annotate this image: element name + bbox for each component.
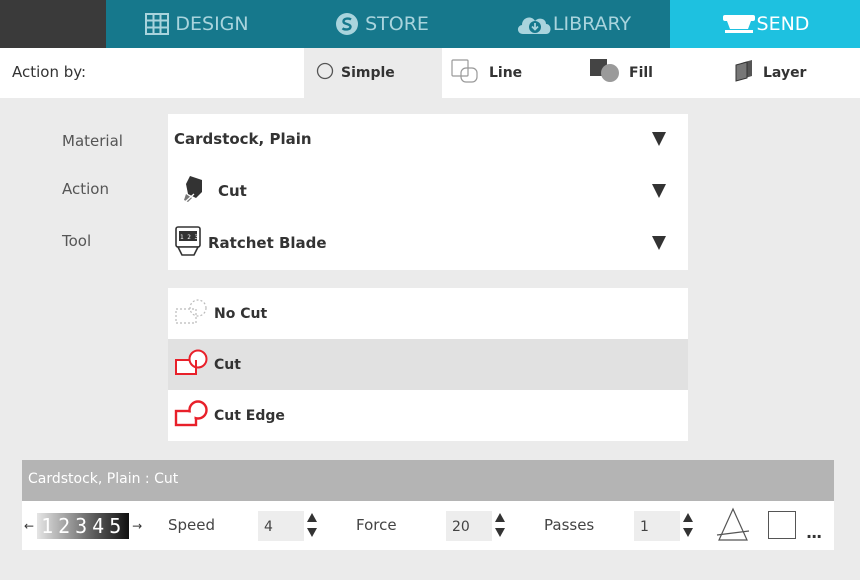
action-dropdown[interactable]: Cut (168, 166, 688, 216)
material-value: Cardstock, Plain (174, 130, 312, 148)
store-s-icon (335, 12, 359, 36)
cut-label: Cut (214, 356, 241, 373)
more-options-icon[interactable]: ... (806, 523, 822, 542)
ratchet-blade-icon: 1 2 3 (174, 225, 202, 261)
grid-icon (145, 13, 170, 35)
material-label: Material (62, 132, 123, 150)
force-label: Force (356, 516, 397, 534)
action-fill-option[interactable]: Fill (588, 48, 708, 98)
tool-dropdown-arrow-icon (652, 236, 666, 250)
cut-icon (174, 348, 210, 382)
blade-depth-selector[interactable]: ← 12345 → (24, 513, 154, 539)
square-tool-icon[interactable] (768, 511, 796, 539)
passes-spinner[interactable] (682, 511, 694, 541)
speed-label: Speed (168, 516, 216, 534)
top-tab-bar: DESIGN STORE LIBRARY SEND (0, 0, 860, 48)
summary-title: Cardstock, Plain : Cut (28, 471, 179, 487)
tab-design-label: DESIGN (175, 13, 249, 35)
action-line-label: Line (489, 65, 523, 81)
action-fill-label: Fill (629, 65, 653, 81)
spinner-up-icon[interactable] (307, 513, 317, 522)
line-squares-icon (450, 58, 482, 88)
cut-edge-icon (174, 399, 210, 433)
action-line-option[interactable]: Line (450, 48, 570, 98)
no-cut-icon (174, 297, 210, 331)
spinner-down-icon[interactable] (307, 528, 317, 537)
arrow-right-icon: → (132, 519, 143, 533)
cut-edge-label: Cut Edge (214, 407, 285, 424)
top-bar-left-spacer (0, 0, 106, 48)
action-by-bar: Action by: Simple Line Fill Layer (0, 48, 860, 98)
fill-shapes-icon (588, 58, 622, 88)
cut-option-no-cut[interactable]: No Cut (168, 288, 688, 339)
spinner-up-icon[interactable] (495, 513, 505, 522)
action-simple-option[interactable]: Simple (304, 48, 442, 98)
passes-label: Passes (544, 516, 595, 534)
cutter-machine-icon (721, 13, 757, 35)
material-dropdown[interactable]: Cardstock, Plain (168, 114, 688, 164)
spinner-down-icon[interactable] (683, 528, 693, 537)
material-dropdown-arrow-icon (652, 132, 666, 146)
action-simple-label: Simple (341, 65, 395, 81)
tab-library[interactable]: LIBRARY (476, 0, 670, 48)
blade-depth-digits: 12345 (41, 514, 127, 538)
svg-text:1 2 3: 1 2 3 (180, 234, 198, 241)
tool-dropdown[interactable]: 1 2 3 Ratchet Blade (168, 218, 688, 268)
summary-settings-bar: ← 12345 → Speed 4 Force 20 Passes 1 ... (22, 501, 834, 550)
spinner-up-icon[interactable] (683, 513, 693, 522)
cut-options-list: No Cut Cut Cut Edge (168, 288, 688, 441)
tab-store-label: STORE (365, 13, 429, 35)
action-layer-option[interactable]: Layer (732, 48, 852, 98)
cut-option-cut[interactable]: Cut (168, 339, 688, 390)
triangle-tool-icon[interactable] (716, 507, 750, 549)
tab-send[interactable]: SEND (670, 0, 860, 48)
cloud-download-icon (515, 12, 553, 36)
tab-design[interactable]: DESIGN (106, 0, 288, 48)
blade-depth-strip: 12345 (37, 513, 130, 539)
properties-panel: Cardstock, Plain Cut 1 2 3 Ratchet Blade (168, 114, 688, 270)
passes-input[interactable]: 1 (634, 511, 680, 541)
summary-header: Cardstock, Plain : Cut (22, 460, 834, 501)
cut-option-cut-edge[interactable]: Cut Edge (168, 390, 688, 441)
force-spinner[interactable] (494, 511, 506, 541)
force-input[interactable]: 20 (446, 511, 492, 541)
action-dropdown-arrow-icon (652, 184, 666, 198)
tab-library-label: LIBRARY (552, 13, 632, 35)
no-cut-label: No Cut (214, 305, 268, 322)
tab-store[interactable]: STORE (288, 0, 476, 48)
arrow-left-icon: ← (24, 519, 35, 533)
speed-input[interactable]: 4 (258, 511, 304, 541)
action-label: Action (62, 180, 109, 198)
speed-spinner[interactable] (306, 511, 318, 541)
cut-blade-icon (182, 174, 208, 208)
tool-value: Ratchet Blade (208, 234, 327, 252)
tab-send-label: SEND (756, 13, 810, 35)
tool-label: Tool (62, 232, 92, 250)
radio-circle-icon (316, 62, 334, 84)
action-layer-label: Layer (763, 65, 807, 81)
action-value: Cut (218, 182, 247, 200)
spinner-down-icon[interactable] (495, 528, 505, 537)
layer-pages-icon (732, 59, 756, 87)
action-by-label: Action by: (12, 63, 87, 81)
